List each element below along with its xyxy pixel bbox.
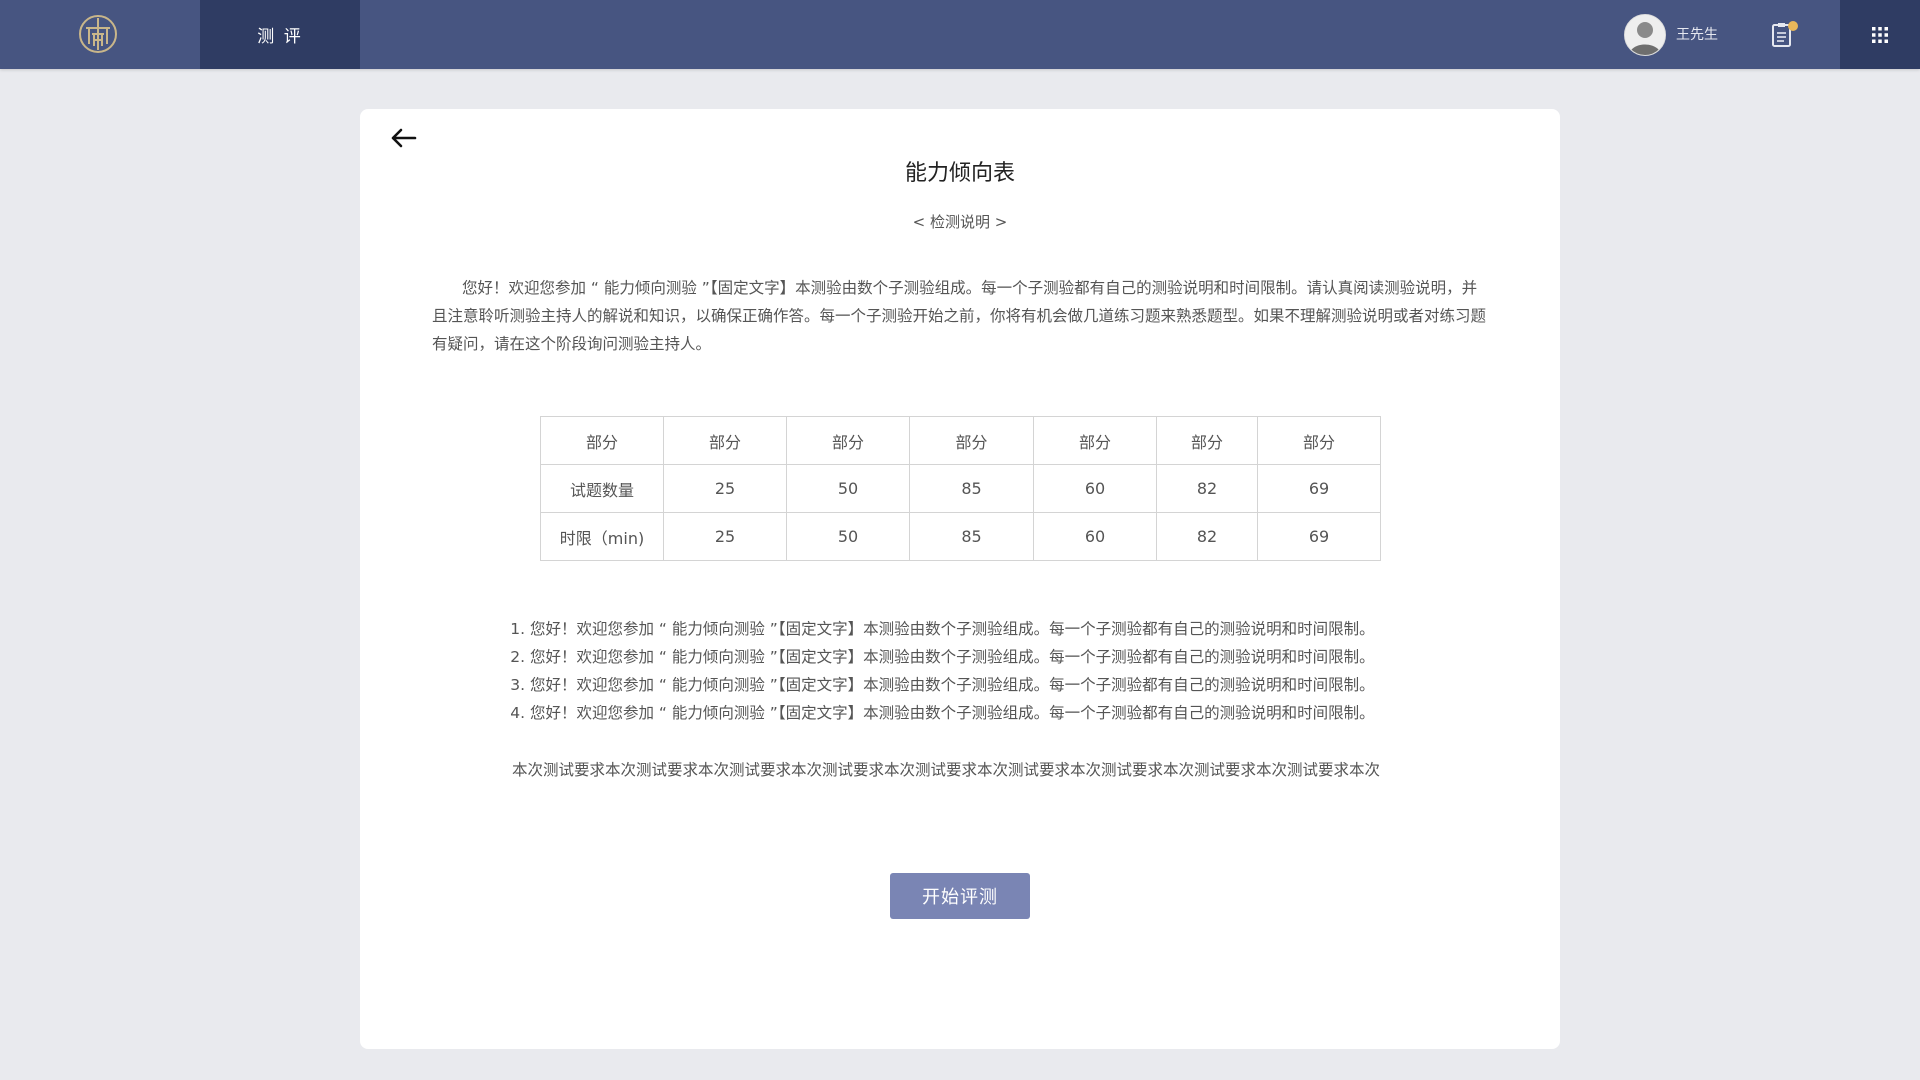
- list-item: 您好！欢迎您参加 “ 能力倾向测验 ”【固定文字】本测验由数个子测验组成。每一个…: [530, 643, 1430, 671]
- username[interactable]: 王先生: [1676, 24, 1718, 44]
- table-header-cell: 部分: [1257, 416, 1381, 465]
- table-cell: 25: [663, 464, 787, 513]
- table-cell: 时限（min): [540, 512, 664, 561]
- apps-menu-button[interactable]: [1840, 0, 1920, 69]
- list-item: 您好！欢迎您参加 “ 能力倾向测验 ”【固定文字】本测验由数个子测验组成。每一个…: [530, 615, 1430, 643]
- table-cell: 60: [1033, 464, 1157, 513]
- table-cell: 50: [786, 512, 910, 561]
- requirement-text: 本次测试要求本次测试要求本次测试要求本次测试要求本次测试要求本次测试要求本次测试…: [512, 761, 1381, 779]
- table-header-cell: 部分: [1156, 416, 1258, 465]
- intro-paragraph: 您好！欢迎您参加 “ 能力倾向测验 ”【固定文字】本测验由数个子测验组成。每一个…: [432, 279, 1487, 353]
- table-cell: 60: [1033, 512, 1157, 561]
- list-item: 您好！欢迎您参加 “ 能力倾向测验 ”【固定文字】本测验由数个子测验组成。每一个…: [530, 671, 1430, 699]
- table-cell: 82: [1156, 464, 1258, 513]
- table-header-cell: 部分: [540, 416, 664, 465]
- page-subtitle: < 检测说明 >: [912, 213, 1008, 231]
- brand-logo-icon[interactable]: [78, 14, 118, 54]
- start-assessment-button[interactable]: 开始评测: [890, 873, 1030, 919]
- page-title: 能力倾向表: [904, 161, 1015, 186]
- top-navigation-bar: 测 评 王先生: [0, 0, 1920, 69]
- avatar-image: [1625, 15, 1665, 55]
- table-cell: 25: [663, 512, 787, 561]
- tab-assessment-label: 测 评: [257, 27, 303, 47]
- table-header-row: 部分 部分 部分 部分 部分 部分 部分: [540, 416, 1381, 465]
- notification-badge: [1788, 21, 1798, 31]
- table-row: 时限（min) 25 50 85 60 82 69: [540, 512, 1381, 561]
- table-cell: 85: [909, 512, 1034, 561]
- table-cell: 试题数量: [540, 464, 664, 513]
- section-table: 部分 部分 部分 部分 部分 部分 部分 试题数量 25 50 85 60 82…: [540, 416, 1381, 561]
- table-cell: 85: [909, 464, 1034, 513]
- table-header-cell: 部分: [663, 416, 787, 465]
- table-cell: 50: [786, 464, 910, 513]
- table-header-cell: 部分: [786, 416, 910, 465]
- user-avatar[interactable]: [1624, 14, 1666, 56]
- assessment-card: 能力倾向表 < 检测说明 > 您好！欢迎您参加 “ 能力倾向测验 ”【固定文字】…: [360, 109, 1560, 1049]
- tab-assessment[interactable]: 测 评: [200, 0, 360, 69]
- list-item: 您好！欢迎您参加 “ 能力倾向测验 ”【固定文字】本测验由数个子测验组成。每一个…: [530, 699, 1430, 727]
- table-cell: 69: [1257, 464, 1381, 513]
- arrow-left-icon[interactable]: [388, 123, 418, 153]
- table-header-cell: 部分: [909, 416, 1034, 465]
- rules-list: 您好！欢迎您参加 “ 能力倾向测验 ”【固定文字】本测验由数个子测验组成。每一个…: [510, 615, 1430, 727]
- table-row: 试题数量 25 50 85 60 82 69: [540, 464, 1381, 513]
- table-cell: 82: [1156, 512, 1258, 561]
- grid-menu-icon: [1872, 26, 1888, 43]
- table-header-cell: 部分: [1033, 416, 1157, 465]
- table-cell: 69: [1257, 512, 1381, 561]
